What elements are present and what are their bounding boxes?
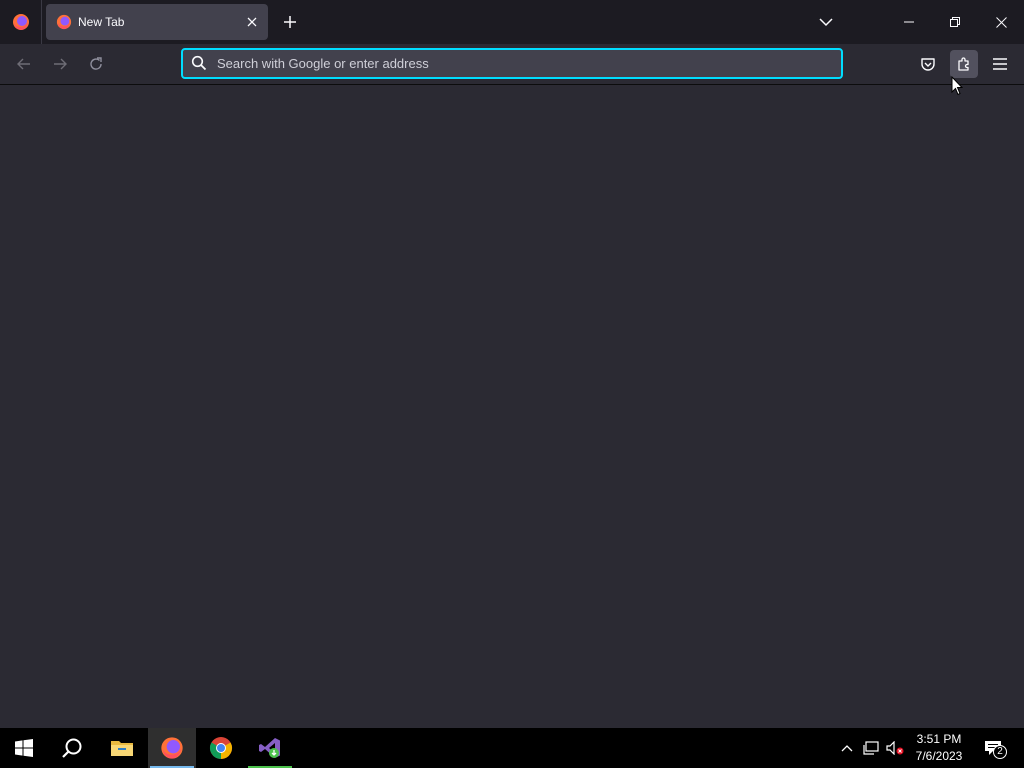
close-icon: [995, 16, 1007, 28]
firefox-icon: [56, 14, 72, 30]
start-icon: [15, 739, 33, 757]
firefox-icon: [12, 13, 30, 31]
search-icon: [191, 55, 209, 73]
network-button[interactable]: [860, 728, 882, 768]
puzzle-icon: [956, 56, 972, 72]
file-explorer-icon: [110, 738, 134, 758]
notification-count-badge: 2: [993, 745, 1007, 759]
tab-strip: New Tab: [0, 0, 1024, 44]
navigation-toolbar: [0, 44, 1024, 85]
system-clock[interactable]: 3:51 PM 7/6/2023: [910, 731, 968, 765]
volume-button[interactable]: [884, 728, 906, 768]
back-button[interactable]: [10, 50, 38, 78]
taskbar-chrome[interactable]: [197, 728, 245, 768]
page-content: [0, 85, 1024, 728]
start-button[interactable]: [0, 728, 48, 768]
visual-studio-installer-icon: [258, 736, 282, 760]
minimize-icon: [904, 17, 914, 27]
hamburger-icon: [993, 58, 1007, 70]
taskbar-search-button[interactable]: [48, 728, 96, 768]
firefox-view-button[interactable]: [0, 0, 42, 44]
close-window-button[interactable]: [978, 0, 1024, 44]
chevron-up-icon: [841, 744, 853, 752]
list-all-tabs-button[interactable]: [814, 10, 838, 34]
search-icon: [61, 737, 83, 759]
volume-muted-icon: [886, 741, 904, 755]
mouse-cursor-icon: [951, 75, 964, 96]
close-icon: [247, 17, 257, 27]
chrome-icon: [209, 736, 233, 760]
pocket-icon: [920, 56, 936, 72]
address-bar[interactable]: [181, 48, 843, 79]
address-input[interactable]: [217, 56, 841, 71]
taskbar-visual-studio-installer[interactable]: [246, 728, 294, 768]
extensions-button[interactable]: [950, 50, 978, 78]
restore-button[interactable]: [932, 0, 978, 44]
app-menu-button[interactable]: [986, 50, 1014, 78]
plus-icon: [283, 15, 297, 29]
show-hidden-icons-button[interactable]: [836, 728, 858, 768]
file-explorer-button[interactable]: [98, 728, 146, 768]
arrow-right-icon: [52, 56, 68, 72]
tab-title: New Tab: [78, 15, 125, 29]
chevron-down-icon: [819, 17, 833, 27]
new-tab-button[interactable]: [278, 10, 302, 34]
firefox-icon: [160, 736, 184, 760]
clock-date: 7/6/2023: [915, 749, 963, 763]
clock-time: 3:51 PM: [916, 732, 962, 746]
reload-button[interactable]: [82, 50, 110, 78]
tab-close-button[interactable]: [240, 10, 264, 34]
reload-icon: [88, 56, 104, 72]
minimize-button[interactable]: [886, 0, 932, 44]
taskbar-firefox[interactable]: [148, 728, 196, 768]
network-icon: [863, 741, 879, 755]
tab-new-tab[interactable]: New Tab: [46, 4, 268, 40]
taskbar: 3:51 PM 7/6/2023 2: [0, 728, 1024, 768]
arrow-left-icon: [16, 56, 32, 72]
restore-icon: [950, 17, 960, 27]
forward-button[interactable]: [46, 50, 74, 78]
pocket-button[interactable]: [914, 50, 942, 78]
